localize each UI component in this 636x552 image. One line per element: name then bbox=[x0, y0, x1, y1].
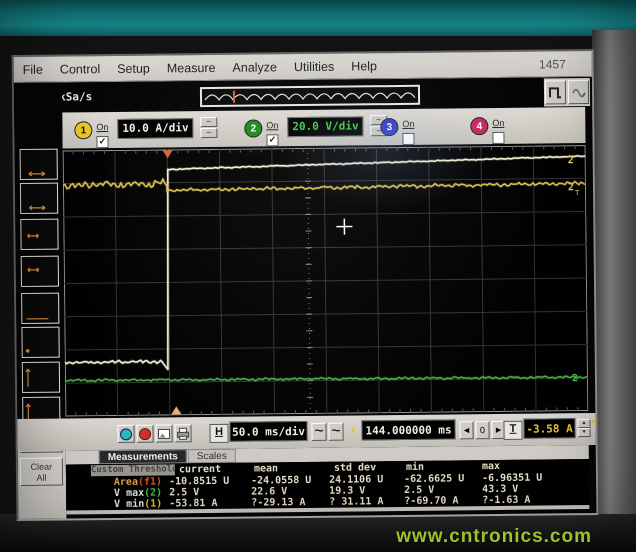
channel-1-scale-display[interactable]: 10.0 A/div bbox=[117, 118, 193, 139]
col-std-dev: std dev bbox=[334, 462, 376, 474]
run-button[interactable] bbox=[117, 425, 134, 443]
svg-text:2: 2 bbox=[568, 182, 574, 193]
clear-all-button[interactable]: Clear All bbox=[20, 458, 63, 486]
rise-time-icon bbox=[21, 150, 57, 179]
col-min: min bbox=[406, 462, 424, 474]
channel-1-scale-down-button[interactable]: ~ bbox=[200, 128, 217, 138]
svg-text:T: T bbox=[575, 189, 580, 197]
probe-wave-icon-button[interactable] bbox=[568, 80, 589, 104]
menu-help[interactable]: Help bbox=[351, 59, 377, 73]
acquisition-preview-bar[interactable] bbox=[200, 85, 420, 107]
channel-4-on-checkbox[interactable] bbox=[492, 132, 504, 144]
tab-scales[interactable]: Scales bbox=[188, 449, 236, 464]
menu-analyze[interactable]: Analyze bbox=[232, 60, 277, 74]
scroll-left-button[interactable]: ◀ bbox=[459, 421, 473, 439]
trigger-button[interactable]: T bbox=[503, 421, 522, 440]
channel-4-button[interactable]: 4 bbox=[470, 117, 488, 135]
trigger-level-display[interactable]: -3.58 A bbox=[523, 418, 575, 439]
timebase-fine-button[interactable]: ~ bbox=[311, 423, 326, 441]
channel-1-on-label: On bbox=[96, 122, 108, 132]
stop-button[interactable] bbox=[136, 425, 153, 443]
rise-pulse-icon-button[interactable] bbox=[22, 362, 60, 393]
menu-setup[interactable]: Setup bbox=[117, 61, 150, 75]
channel-2-button[interactable]: 2 bbox=[244, 119, 262, 137]
delay-reference-icon: ▲ bbox=[348, 424, 357, 434]
burst-width-icon bbox=[22, 294, 58, 323]
channel-3-controls: 3 On bbox=[380, 113, 430, 142]
fall-time-icon-button[interactable] bbox=[20, 183, 58, 214]
left-toolbar: More (1 of 2) Clear All bbox=[14, 83, 67, 519]
rise-pulse-icon bbox=[23, 363, 59, 392]
watermark: www.cntronics.com bbox=[396, 526, 592, 548]
menu-measure[interactable]: Measure bbox=[167, 60, 216, 75]
channel-1-scale-up-button[interactable]: ~ bbox=[200, 117, 217, 127]
measurements-panel: Measurements Scales Custom Thresholds cu… bbox=[66, 445, 590, 514]
fall-pulse-icon bbox=[22, 328, 58, 357]
menu-file[interactable]: File bbox=[23, 62, 43, 76]
channel-2-scale-display[interactable]: 20.0 V/div bbox=[287, 116, 363, 137]
pos-width-icon-button[interactable] bbox=[20, 219, 58, 250]
stop-icon bbox=[138, 427, 151, 440]
delay-display[interactable]: 144.000000 ms bbox=[361, 419, 455, 440]
scope-screen: File Control Setup Measure Analyze Utili… bbox=[12, 49, 599, 521]
timebase-display[interactable]: 50.0 ms/div bbox=[229, 421, 307, 442]
channel-controls-row: 1 On 10.0 A/div ~ ~ 2 On 20.0 V/div ~ ~ bbox=[62, 107, 585, 148]
timebase-coarse-button[interactable]: ~ bbox=[328, 423, 343, 441]
preview-waveform-icon bbox=[202, 87, 418, 105]
run-icon bbox=[119, 427, 132, 440]
menu-control[interactable]: Control bbox=[60, 62, 100, 76]
scope-case-top bbox=[0, 0, 636, 36]
zero-delay-button[interactable]: 0 bbox=[475, 421, 489, 439]
horizontal-button[interactable]: H bbox=[209, 424, 228, 443]
burst-width-icon-button[interactable] bbox=[21, 293, 59, 324]
threshold-selector[interactable]: Custom Thresholds bbox=[91, 464, 175, 476]
col-current: current bbox=[179, 464, 221, 476]
tab-measurements[interactable]: Measurements bbox=[99, 449, 187, 464]
pulse-icon-button[interactable] bbox=[545, 80, 566, 104]
screenshot-button[interactable] bbox=[155, 424, 172, 442]
channel-3-on-checkbox[interactable] bbox=[402, 133, 414, 145]
fall-time-icon bbox=[21, 184, 57, 213]
print-button[interactable] bbox=[174, 424, 191, 442]
printer-icon bbox=[176, 427, 189, 440]
svg-text:2: 2 bbox=[568, 155, 574, 166]
channel-3-on-label: On bbox=[402, 119, 414, 129]
spin-down-icon[interactable]: ▼ bbox=[578, 428, 591, 437]
svg-text:2: 2 bbox=[572, 373, 578, 384]
trigger-level-arrow-icon: ▲ bbox=[589, 418, 596, 425]
col-mean: mean bbox=[254, 463, 278, 475]
channel-1-controls: 1 On 10.0 A/div ~ ~ bbox=[74, 115, 242, 145]
waveform-display: 22T2 bbox=[63, 145, 589, 416]
waveform-traces: 22T2 bbox=[63, 145, 589, 416]
neg-width-icon-button[interactable] bbox=[21, 256, 59, 287]
pos-width-icon bbox=[21, 220, 57, 249]
channel-4-on-label: On bbox=[492, 118, 504, 128]
screenshot-icon bbox=[157, 427, 170, 440]
monitor-right-bezel bbox=[592, 30, 636, 552]
channel-2-on-label: On bbox=[266, 120, 278, 130]
col-max: max bbox=[482, 461, 500, 473]
clock: 1457 bbox=[539, 57, 566, 71]
channel-3-button[interactable]: 3 bbox=[380, 118, 398, 136]
channel-1-button[interactable]: 1 bbox=[74, 121, 92, 139]
neg-width-icon bbox=[22, 257, 58, 286]
channel-1-on-checkbox[interactable] bbox=[96, 136, 108, 148]
channel-2-on-checkbox[interactable] bbox=[266, 134, 278, 146]
rise-time-icon-button[interactable] bbox=[20, 149, 58, 180]
channel-4-controls: 4 On bbox=[470, 112, 520, 141]
measurements-table: Custom Thresholds current mean std dev m… bbox=[66, 459, 589, 510]
fall-pulse-icon-button[interactable] bbox=[21, 327, 59, 358]
menu-utilities[interactable]: Utilities bbox=[294, 59, 334, 73]
top-right-buttons bbox=[544, 78, 590, 106]
